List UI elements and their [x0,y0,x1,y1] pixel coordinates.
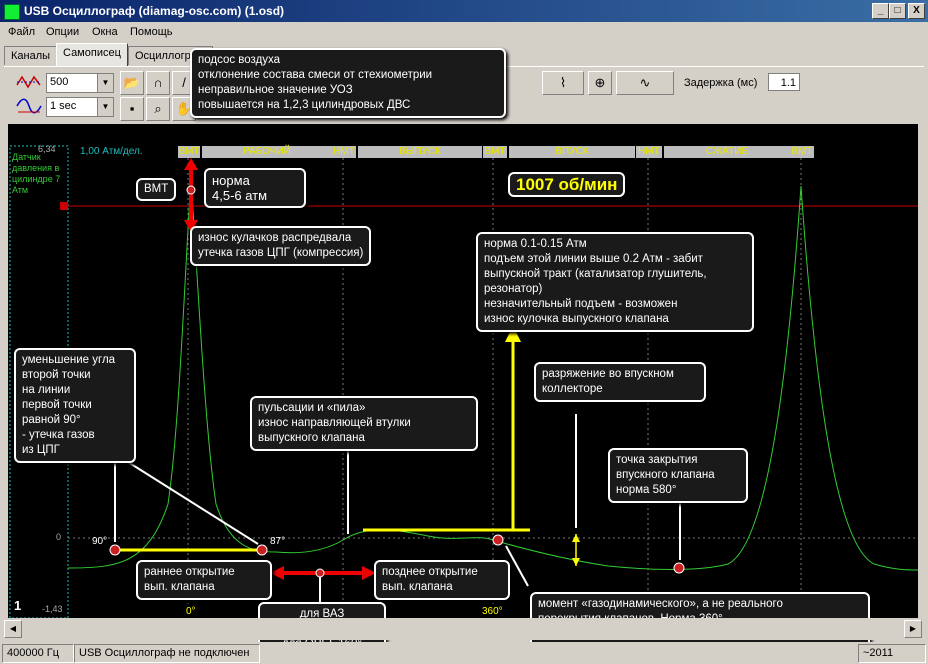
range-wave-icon [16,75,41,89]
range-select-value: 500 [50,76,69,88]
y-bottom-label: -1,43 [42,604,63,614]
status-bar: 400000 Гц USB Осциллограф не подключен ~… [0,642,928,664]
status-year: ~2011 [858,644,926,663]
phase-nmt: НМТ [332,146,356,158]
scroll-left-icon[interactable]: ◀ [4,620,22,638]
phase-vmt: ВМТ [790,146,814,158]
note-intake-close: точка закрытия впускного клапана норма 5… [608,448,748,503]
phase-vmt: ВМТ [178,146,200,158]
minimize-button[interactable]: _ [872,3,889,19]
menu-bar: Файл Опции Окна Помощь [0,22,928,41]
range-select[interactable]: 500 ▼ [46,73,114,93]
scale-label: 1,00 Атм/дел. [80,146,143,157]
status-frequency: 400000 Гц [2,644,74,663]
chevron-down-icon[interactable]: ▼ [97,98,113,116]
status-connection: USB Осциллограф не подключен [74,644,260,663]
menu-file[interactable]: Файл [8,26,35,38]
zoom-in-icon[interactable]: ⊕ [588,71,612,95]
open-file-icon[interactable]: 📂 [120,71,144,95]
phase-work: РАБОЧИЙ [202,146,332,158]
time-select[interactable]: 1 sec ▼ [46,97,114,117]
time-select-value: 1 sec [50,100,77,112]
note-norm-exhaust: норма 0.1-0.15 Атм подъем этой линии выш… [476,232,754,332]
menu-options[interactable]: Опции [46,26,79,38]
threshold-marker[interactable] [60,202,68,210]
close-button[interactable]: X [908,3,925,19]
note-cam-wear: износ кулачков распредвала утечка газов … [190,226,372,266]
tab-channels[interactable]: Каналы [4,46,58,65]
phase-nmt: НМТ [636,146,662,158]
note-rpm: 1007 об/мин [508,172,626,197]
phase-compression: СЖАТИЕ [664,146,790,158]
note-air-leak: подсос воздуха отклонение состава смеси … [190,48,506,118]
menu-windows[interactable]: Окна [92,26,118,38]
angle-label-87: 87° [270,536,286,547]
note-norm: норма 4,5-6 атм [204,168,306,208]
note-late-open: позднее открытие вып. клапана [374,560,510,600]
wave-animate-icon[interactable]: ∿ [616,71,674,95]
menu-help[interactable]: Помощь [130,26,173,38]
arrow-left-icon [270,566,284,580]
phase-exhaust: ВЫПУСК [358,146,482,158]
window-title: USB Осциллограф (diamag-osc.com) (1.osd) [24,4,285,18]
time-wave-icon [16,98,42,114]
y-top-label: 6,34 [38,144,56,154]
note-vmt: ВМТ [136,178,177,201]
app-icon [4,4,20,20]
zoom-icon[interactable]: ⌕ [146,97,170,121]
oscilloscope-display[interactable]: Датчик давления в цилиндре 7 Атм 6,34 1,… [8,124,918,618]
phase-intake: ВПУСК [509,146,635,158]
chevron-down-icon[interactable]: ▼ [97,74,113,92]
tab-recorder[interactable]: Самописец [56,43,128,66]
magnet-icon[interactable]: ∩ [146,71,170,95]
arrow-down-icon [572,558,580,566]
wave-view-icon[interactable]: ⌇ [542,71,584,95]
arrow-up-icon [184,158,198,170]
delay-label: Задержка (мс) [684,77,758,89]
angle-label-90: 90° [92,536,108,547]
scroll-right-icon[interactable]: ▶ [904,620,922,638]
note-vacuum: разряжение во впускном коллекторе [534,362,706,402]
phase-vmt: ВМТ [483,146,507,158]
delay-input[interactable]: 1.1 [768,73,800,91]
channel-number: 1 [14,598,22,613]
title-bar: USB Осциллограф (diamag-osc.com) (1.osd)… [0,0,928,22]
y-zero-label: 0 [56,532,62,542]
maximize-button[interactable]: □ [889,3,906,19]
horizontal-scrollbar[interactable]: ◀ ▶ [0,618,928,640]
x-label-360: 360° [482,606,503,617]
note-pulsation: пульсации и «пила» износ направляющей вт… [250,396,478,451]
channel-label: Датчик давления в цилиндре 7 Атм [12,152,61,195]
x-label-0: 0° [186,606,196,617]
note-angle-reduction: уменьшение угла второй точки на линии пе… [14,348,136,463]
save-icon[interactable]: ▪ [120,97,144,121]
note-early-open: раннее открытие вып. клапана [136,560,272,600]
phase-lines [68,148,918,604]
